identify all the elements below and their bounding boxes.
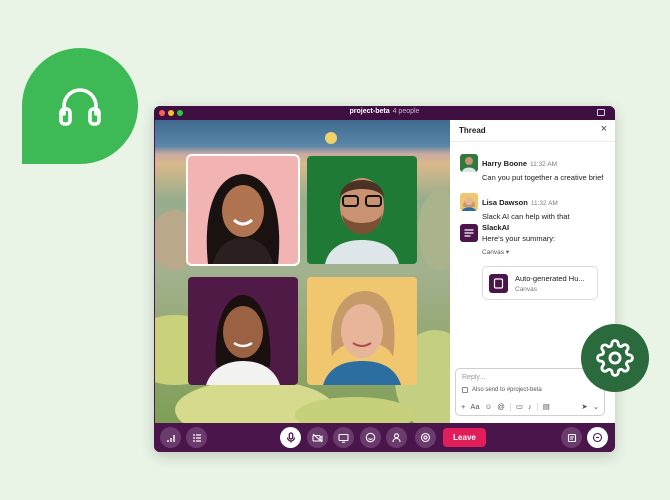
also-send-checkbox[interactable] [462, 387, 468, 393]
camera-off-icon [312, 433, 323, 442]
microphone-button[interactable] [280, 427, 301, 448]
participant-tile-2[interactable] [307, 156, 417, 264]
video-icon[interactable]: ▭ [516, 402, 523, 411]
list-icon [192, 433, 201, 442]
mention-icon[interactable]: @ [497, 402, 505, 411]
thread-title: Thread [459, 126, 486, 135]
message-sender[interactable]: SlackAI [482, 223, 608, 232]
message-time: 11:32 AM [530, 161, 557, 168]
reactions-button[interactable] [360, 427, 381, 448]
emoji-icon[interactable]: ☺ [485, 402, 493, 411]
stats-button[interactable] [160, 427, 181, 448]
message-sender[interactable]: Lisa Dawson [482, 198, 528, 207]
huddle-badge [22, 48, 138, 164]
avatar [460, 193, 478, 211]
canvas-toggle-label: Canvas [482, 248, 505, 256]
canvas-button[interactable] [561, 427, 582, 448]
people-button[interactable] [386, 427, 407, 448]
participant-avatar-1 [206, 174, 280, 264]
settings-badge [581, 324, 649, 392]
settings-button[interactable] [415, 427, 436, 448]
window-title: project-beta 4 people [154, 108, 615, 115]
participant-avatar-2 [325, 178, 399, 264]
divider [536, 402, 538, 411]
microphone-icon[interactable]: ♪ [528, 402, 532, 411]
video-stage [155, 120, 450, 423]
screenshare-button[interactable] [333, 427, 354, 448]
gear-icon [596, 339, 634, 377]
chat-icon [592, 432, 603, 443]
participant-tile-3[interactable] [188, 277, 298, 385]
chevron-down-icon[interactable]: ⌄ [593, 402, 599, 411]
canvas-icon [489, 274, 508, 293]
message-text: Slack AI can help with that [482, 212, 570, 221]
screen-icon [338, 433, 349, 443]
people-count: 4 people [392, 108, 420, 115]
composer-toolbar: + Aa ☺ @ ▭ ♪ ▤ ➤ ⌄ [461, 402, 599, 411]
thread-header: Thread × [450, 120, 615, 142]
channel-name: project-beta [349, 108, 390, 115]
call-controls: Leave [154, 423, 615, 452]
leave-button[interactable]: Leave [443, 428, 486, 447]
canvas-name: Auto-generated Hu... [515, 274, 585, 283]
person-add-icon [392, 433, 401, 443]
headphones-icon [59, 88, 101, 126]
participant-tile-4[interactable] [307, 277, 417, 385]
format-button[interactable]: Aa [470, 402, 479, 411]
chat-button[interactable] [587, 427, 608, 448]
message-text: Here's your summary: [482, 234, 556, 243]
reply-input[interactable] [462, 372, 582, 383]
also-send-label: Also send to #project-beta [472, 387, 542, 393]
send-icon[interactable]: ➤ [581, 402, 587, 411]
shortcuts-icon[interactable]: ▤ [543, 402, 550, 411]
divider [509, 402, 511, 411]
huddle-window: project-beta 4 people Thread × Harry Boo… [154, 106, 615, 452]
canvas-toggle[interactable]: Canvas ▾ [482, 248, 608, 256]
message-sender[interactable]: Harry Boone [482, 159, 527, 168]
reply-composer: Also send to #project-beta + Aa ☺ @ ▭ ♪ … [455, 368, 605, 416]
participant-avatar-4 [323, 291, 401, 385]
note-icon [567, 433, 576, 442]
canvas-type: Canvas [515, 286, 538, 293]
plus-icon[interactable]: + [461, 402, 465, 411]
thread-button[interactable] [186, 427, 207, 448]
message-text: Can you put together a creative brief [482, 173, 604, 182]
chevron-down-icon: ▾ [505, 248, 510, 256]
slackai-icon [460, 224, 478, 242]
title-bar: project-beta 4 people [154, 106, 615, 120]
signal-icon [166, 434, 175, 442]
emoji-icon [365, 432, 376, 443]
camera-button[interactable] [307, 427, 328, 448]
participant-avatar-3 [206, 295, 280, 385]
avatar [460, 154, 478, 172]
close-icon[interactable]: × [601, 124, 607, 135]
gear-icon [420, 432, 431, 443]
participant-tile-1[interactable] [188, 156, 298, 264]
canvas-card[interactable]: Auto-generated Hu... Canvas [482, 266, 598, 300]
microphone-icon [286, 432, 295, 443]
message-time: 11:32 AM [530, 200, 558, 207]
also-send-option[interactable]: Also send to #project-beta [462, 387, 542, 393]
popout-icon[interactable] [597, 109, 605, 116]
